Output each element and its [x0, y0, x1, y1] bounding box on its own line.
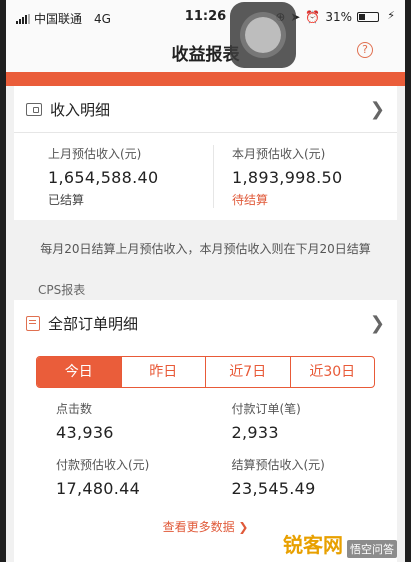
assistive-touch-button[interactable]	[230, 2, 296, 68]
chevron-right-icon: ❯	[369, 312, 385, 334]
stat-value: 43,936	[56, 423, 114, 442]
watermark: 锐客网 悟空问答	[283, 529, 397, 558]
last-month-stat: 上月预估收入(元) 1,654,588.40 已结算	[14, 145, 213, 208]
order-stats-grid: 点击数 43,936 付款订单(笔) 2,933 付款预估收入(元) 17,48…	[14, 388, 397, 512]
this-month-stat: 本月预估收入(元) 1,893,998.50 待结算	[213, 145, 397, 208]
help-icon[interactable]: ?	[357, 42, 373, 58]
battery-percent: 31%	[325, 10, 352, 24]
status-bar: 中国联通 4G 11:26 ⊕ ➤ ⏰ 31% ⚡	[6, 0, 405, 34]
orders-card: 全部订单明细 ❯ 今日 昨日 近7日 近30日 点击数 43,936 付款订单(…	[14, 300, 397, 562]
all-orders-label: 全部订单明细	[48, 314, 139, 333]
nav-bar: 收益报表 ?	[6, 34, 405, 72]
stat-value: 17,480.44	[56, 479, 141, 498]
page-title: 收益报表	[171, 45, 240, 65]
this-month-status: 待结算	[232, 193, 269, 207]
period-tabs: 今日 昨日 近7日 近30日	[36, 356, 375, 388]
chevron-right-icon: ❯	[369, 98, 385, 120]
accent-bar	[6, 72, 405, 86]
income-detail-row[interactable]: 收入明细 ❯	[14, 86, 397, 132]
this-month-value: 1,893,998.50	[232, 168, 343, 187]
alarm-icon: ⏰	[305, 10, 321, 24]
income-stats: 上月预估收入(元) 1,654,588.40 已结算 本月预估收入(元) 1,8…	[14, 133, 397, 220]
settlement-notice: 每月20日结算上月预估收入，本月预估收入则在下月20日结算	[40, 242, 371, 256]
tab-last-7-days[interactable]: 近7日	[205, 357, 290, 387]
last-month-status: 已结算	[48, 193, 85, 207]
document-icon	[26, 315, 40, 331]
watermark-brand: 锐客网	[283, 533, 343, 557]
paid-estimated-income-stat: 付款预估收入(元) 17,480.44	[14, 456, 206, 498]
last-month-label: 上月预估收入(元)	[48, 147, 142, 161]
settled-estimated-income-stat: 结算预估收入(元) 23,545.49	[206, 456, 398, 498]
wallet-icon	[26, 102, 42, 116]
battery-icon	[357, 12, 379, 22]
phone-screen: 中国联通 4G 11:26 ⊕ ➤ ⏰ 31% ⚡ 收益报表 ? 收入明细 ❯ …	[6, 0, 405, 562]
stat-label: 点击数	[56, 402, 93, 416]
stat-value: 23,545.49	[231, 479, 316, 498]
this-month-label: 本月预估收入(元)	[232, 147, 326, 161]
last-month-value: 1,654,588.40	[48, 168, 159, 187]
paid-orders-stat: 付款订单(笔) 2,933	[206, 400, 398, 442]
income-card: 收入明细 ❯ 上月预估收入(元) 1,654,588.40 已结算 本月预估收入…	[14, 86, 397, 220]
all-orders-row[interactable]: 全部订单明细 ❯	[14, 300, 397, 346]
tab-last-30-days[interactable]: 近30日	[289, 357, 375, 387]
watermark-sub: 悟空问答	[347, 540, 397, 558]
cps-section-label: CPS报表	[38, 283, 86, 297]
stat-label: 付款预估收入(元)	[56, 458, 150, 472]
stat-label: 付款订单(笔)	[231, 402, 301, 416]
stat-value: 2,933	[231, 423, 279, 442]
tab-yesterday[interactable]: 昨日	[120, 357, 206, 387]
tab-today[interactable]: 今日	[37, 357, 121, 387]
income-detail-label: 收入明细	[50, 100, 111, 119]
clicks-stat: 点击数 43,936	[14, 400, 206, 442]
stat-label: 结算预估收入(元)	[231, 458, 325, 472]
charging-icon: ⚡	[387, 9, 395, 22]
